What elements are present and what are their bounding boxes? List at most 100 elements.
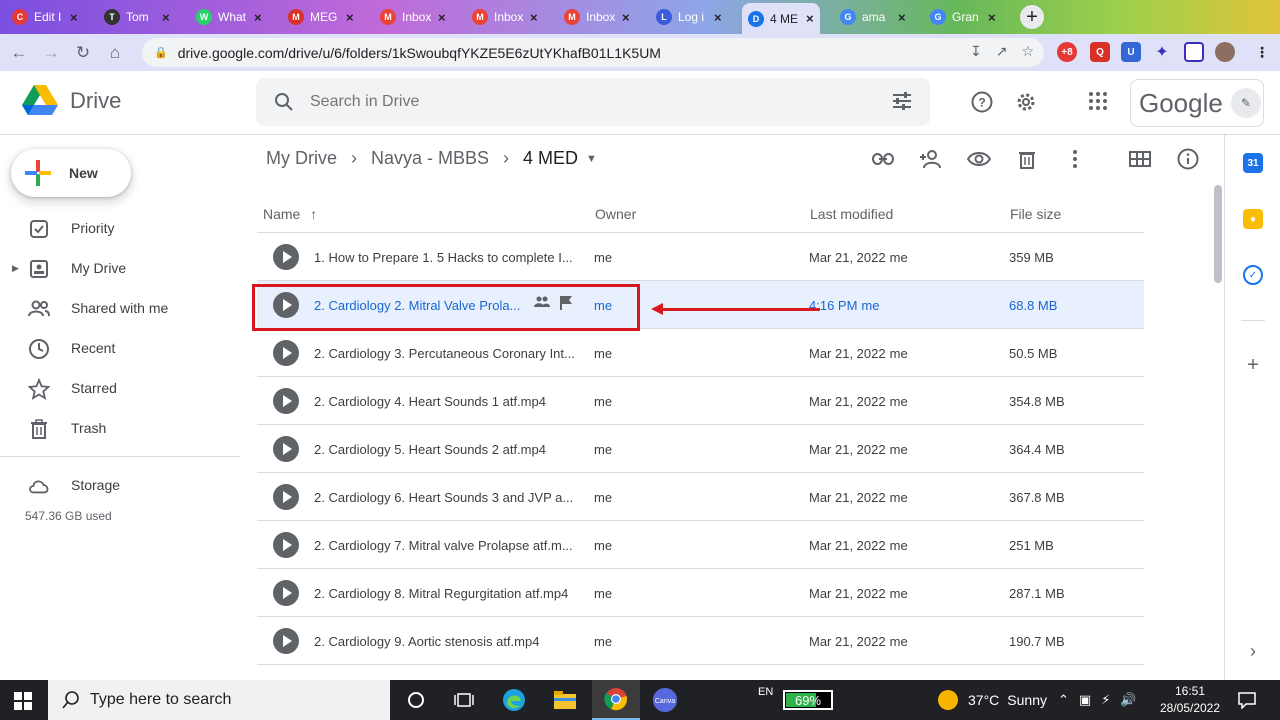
calendar-icon[interactable]: 31 [1243,153,1263,173]
canva-icon[interactable]: Canva [641,680,689,720]
settings-gear-icon[interactable] [1015,91,1037,113]
file-name[interactable]: 2. Cardiology 9. Aortic stenosis atf.mp4 [314,634,576,649]
sidebar-item-shared[interactable]: Shared with me [0,292,240,324]
file-row[interactable]: 2. Cardiology 4. Heart Sounds 1 atf.mp4 m… [257,377,1144,425]
sidebar-item-my-drive[interactable]: ▶ My Drive [0,252,240,284]
column-last-modified[interactable]: Last modified [810,206,893,222]
account-switcher[interactable]: Google ✎ [1130,79,1264,127]
search-icon[interactable] [274,92,294,112]
preview-eye-icon[interactable] [967,147,991,171]
browser-tab[interactable]: D 4 ME × [742,3,820,34]
tab-close-icon[interactable]: × [530,10,538,25]
scrollbar-thumb[interactable] [1214,185,1222,283]
get-link-icon[interactable] [871,147,895,171]
tab-close-icon[interactable]: × [162,10,170,25]
tab-close-icon[interactable]: × [346,10,354,25]
sort-arrow-up-icon[interactable]: ↑ [310,206,317,222]
file-name[interactable]: 2. Cardiology 8. Mitral Regurgitation at… [314,586,576,601]
search-input[interactable] [310,93,850,111]
column-owner[interactable]: Owner [595,206,636,222]
install-icon[interactable]: ↧ [970,43,982,60]
browser-tab[interactable]: W What × [190,3,268,31]
extension-icon[interactable]: U [1121,42,1141,62]
sidebar-item-priority[interactable]: Priority [0,212,240,244]
file-name[interactable]: 2. Cardiology 7. Mitral valve Prolapse a… [314,538,576,553]
file-row[interactable]: 2. Cardiology 8. Mitral Regurgitation at… [257,569,1144,617]
clock[interactable]: 16:51 28/05/2022 [1150,683,1230,717]
bookmark-star-icon[interactable]: ☆ [1021,43,1034,60]
column-name[interactable]: Name ↑ [263,206,317,222]
file-row[interactable]: 2. Cardiology 6. Heart Sounds 3 and JVP … [257,473,1144,521]
search-bar[interactable] [256,78,930,126]
expand-panel-chevron-icon[interactable]: › [1243,641,1263,661]
drive-logo[interactable]: Drive [22,85,121,117]
extensions-puzzle-icon[interactable]: ✦ [1152,42,1172,62]
search-options-icon[interactable] [892,92,912,110]
browser-tab[interactable]: G Gran × [924,3,1002,31]
battery-indicator[interactable]: 69% [783,690,833,710]
breadcrumb-my-drive[interactable]: My Drive [266,148,337,169]
more-actions-icon[interactable] [1063,147,1087,171]
tab-close-icon[interactable]: × [254,10,262,25]
browser-tab[interactable]: L Log i × [650,3,728,31]
apps-grid-icon[interactable] [1088,91,1108,111]
chevron-down-icon[interactable]: ▼ [586,153,597,165]
tab-close-icon[interactable]: × [438,10,446,25]
share-icon[interactable]: ↗ [996,43,1008,60]
browser-tab[interactable]: T Tom × [98,3,176,31]
sidebar-item-recent[interactable]: Recent [0,332,240,364]
get-addons-plus-icon[interactable]: + [1243,354,1263,376]
tab-close-icon[interactable]: × [806,11,814,26]
weather-widget[interactable]: 37°C Sunny [938,680,1047,720]
task-view-icon[interactable] [440,680,488,720]
tasks-icon[interactable]: ✓ [1243,265,1263,285]
keep-icon[interactable]: ● [1243,209,1263,229]
tab-close-icon[interactable]: × [70,10,78,25]
chevron-up-icon[interactable]: ⌃ [1058,692,1069,708]
help-icon[interactable]: ? [971,91,993,113]
power-plug-icon[interactable]: ⚡ [1101,692,1110,708]
side-panel-icon[interactable] [1184,42,1204,62]
tab-close-icon[interactable]: × [988,10,996,25]
sidebar-item-storage[interactable]: Storage [0,469,240,501]
windows-start-icon[interactable] [14,692,32,710]
file-row[interactable]: 2. Cardiology 5. Heart Sounds 2 atf.mp4 m… [257,425,1144,473]
chrome-taskbar-icon[interactable] [592,680,640,720]
expand-caret-icon[interactable]: ▶ [12,263,19,274]
new-button[interactable]: New [11,149,131,197]
reload-icon[interactable]: ↻ [70,40,96,66]
new-tab-button[interactable]: + [1020,5,1044,29]
file-row[interactable]: 1. How to Prepare 1. 5 Hacks to complete… [257,233,1144,281]
file-name[interactable]: 2. Cardiology 6. Heart Sounds 3 and JVP … [314,490,576,505]
file-list-scrollbar[interactable] [1212,185,1222,680]
breadcrumb-current-folder[interactable]: 4 MED [523,148,578,169]
browser-tab[interactable]: M MEG × [282,3,360,31]
language-indicator[interactable]: EN [758,672,773,712]
browser-tab[interactable]: M Inbox × [558,3,636,31]
edge-browser-icon[interactable] [490,680,538,720]
browser-tab[interactable]: M Inbox × [466,3,544,31]
file-row[interactable]: 2. Cardiology 3. Percutaneous Coronary I… [257,329,1144,377]
menu-dots-icon[interactable]: ⋮ [1252,42,1272,62]
browser-tab[interactable]: M Inbox × [374,3,452,31]
notifications-icon[interactable] [1238,680,1256,720]
grid-view-icon[interactable] [1128,147,1152,171]
cortana-icon[interactable] [392,680,440,720]
column-file-size[interactable]: File size [1010,206,1061,222]
file-name[interactable]: 2. Cardiology 5. Heart Sounds 2 atf.mp4 [314,442,576,457]
file-row[interactable]: 2. Cardiology 9. Aortic stenosis atf.mp4… [257,617,1144,665]
forward-icon[interactable]: → [38,40,64,66]
sidebar-item-trash[interactable]: Trash [0,412,240,444]
extension-icon[interactable]: +8 [1057,42,1077,62]
profile-avatar[interactable] [1215,42,1235,62]
tab-close-icon[interactable]: × [622,10,630,25]
sidebar-item-starred[interactable]: Starred [0,372,240,404]
details-info-icon[interactable] [1176,147,1200,171]
breadcrumb-navya-mbbs[interactable]: Navya - MBBS [371,148,489,169]
delete-trash-icon[interactable] [1015,147,1039,171]
home-icon[interactable]: ⌂ [102,40,128,66]
browser-tab[interactable]: C Edit I × [6,3,84,31]
tab-close-icon[interactable]: × [898,10,906,25]
address-bar[interactable]: 🔒 drive.google.com/drive/u/6/folders/1kS… [142,38,1044,67]
file-row[interactable]: 2. Cardiology 7. Mitral valve Prolapse a… [257,521,1144,569]
